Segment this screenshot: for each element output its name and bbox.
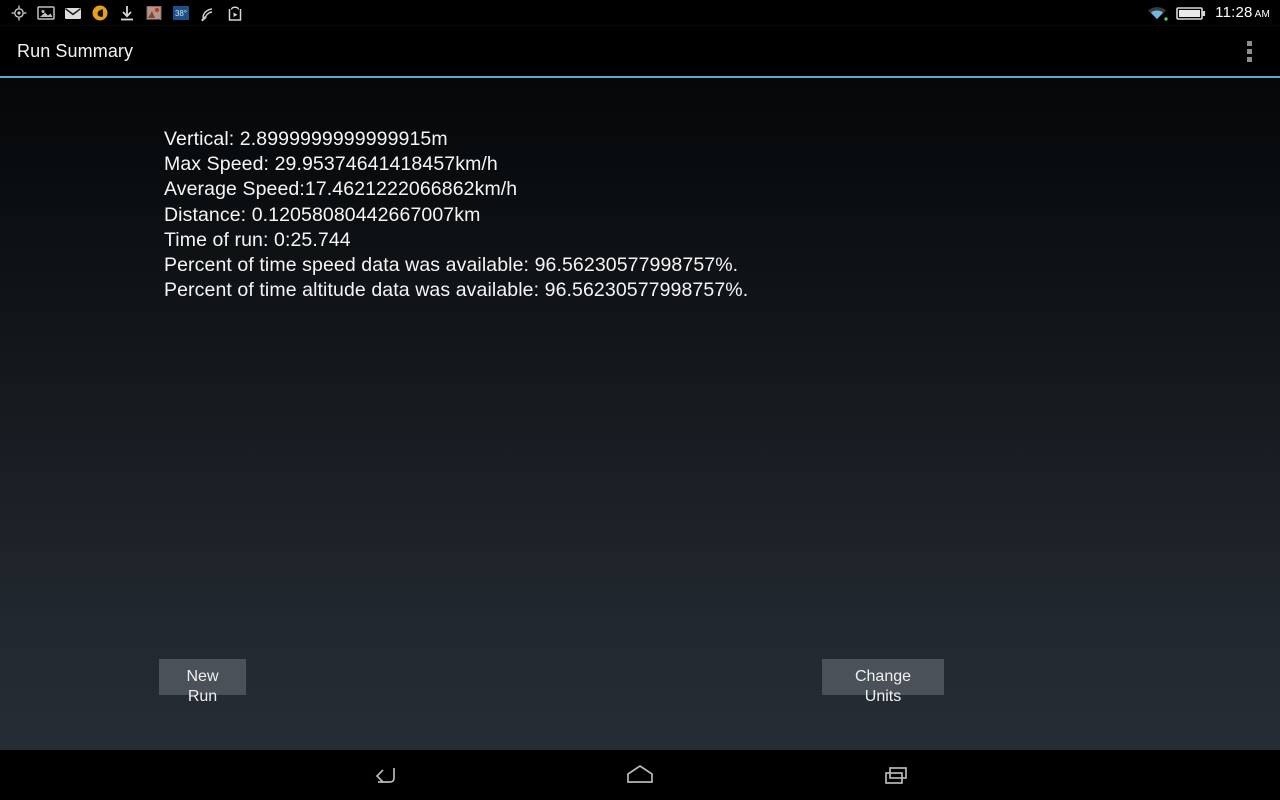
clock-ampm: AM (1254, 9, 1270, 20)
battery-icon (1175, 3, 1207, 23)
run-summary-stats: Vertical: 2.8999999999999915m Max Speed:… (164, 127, 748, 303)
status-system-icons: 11:28 AM (1145, 3, 1280, 23)
stat-distance: Distance: 0.12058080442667007km (164, 203, 481, 226)
location-icon (8, 3, 30, 23)
overflow-dot (1246, 40, 1252, 46)
status-bar: 38° 11:28 AM (0, 0, 1280, 26)
change-units-button[interactable]: Change Units (822, 659, 944, 705)
stat-max-speed: Max Speed: 29.95374641418457km/h (164, 153, 498, 176)
overflow-menu-icon[interactable] (1236, 31, 1262, 71)
overflow-dot (1246, 48, 1252, 54)
status-notification-icons: 38° (0, 3, 246, 23)
stat-percent-altitude-data: Percent of time altitude data was availa… (164, 279, 749, 302)
news-icon (143, 3, 165, 23)
status-clock: 11:28 AM (1215, 4, 1270, 21)
browser-icon (89, 3, 111, 23)
recents-icon[interactable] (832, 750, 960, 800)
download-icon (116, 3, 138, 23)
content-area: Vertical: 2.8999999999999915m Max Speed:… (0, 78, 1280, 750)
overflow-dot (1246, 56, 1252, 62)
mail-icon (62, 3, 84, 23)
page-title: Run Summary (17, 40, 134, 61)
stat-time-of-run: Time of run: 0:25.744 (164, 228, 351, 251)
android-screen: 38° 11:28 AM Run Summary Vertical: 2.899… (0, 0, 1280, 800)
stat-vertical: Vertical: 2.8999999999999915m (164, 128, 448, 150)
navigation-bar (0, 750, 1280, 800)
photo-icon (35, 3, 57, 23)
stat-percent-speed-data: Percent of time speed data was available… (164, 254, 739, 277)
play-store-icon (224, 3, 246, 23)
weather-icon: 38° (170, 3, 192, 23)
home-icon[interactable] (576, 750, 704, 800)
action-bar: Run Summary (0, 26, 1280, 76)
back-icon[interactable] (320, 750, 448, 800)
network-icon (197, 3, 219, 23)
svg-text:38°: 38° (175, 9, 187, 18)
wifi-icon (1145, 3, 1168, 23)
clock-time: 11:28 (1215, 4, 1253, 21)
new-run-button[interactable]: New Run (159, 659, 246, 705)
stat-average-speed: Average Speed:17.4621222066862km/h (164, 178, 518, 201)
